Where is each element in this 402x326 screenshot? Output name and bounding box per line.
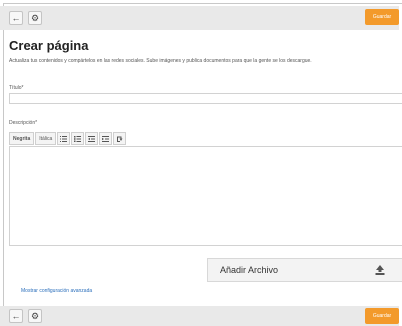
- indent-icon: [102, 135, 110, 142]
- bulleted-list-button[interactable]: [57, 132, 71, 145]
- editor-toolbar: Negrita Itálica: [9, 132, 127, 145]
- link-icon: [117, 136, 123, 142]
- save-button-bottom[interactable]: Guardar: [365, 308, 399, 324]
- settings-button-bottom[interactable]: ⚙: [28, 309, 42, 323]
- page-title: Crear página: [9, 38, 89, 53]
- arrow-left-icon: ←: [11, 311, 21, 321]
- italic-button[interactable]: Itálica: [35, 132, 57, 145]
- save-button-top[interactable]: Guardar: [365, 9, 399, 25]
- back-button[interactable]: ←: [9, 11, 23, 25]
- bottom-toolbar: ← ⚙ Guardar: [0, 306, 399, 326]
- title-input[interactable]: [9, 93, 402, 104]
- back-button-bottom[interactable]: ←: [9, 309, 23, 323]
- advanced-settings-link[interactable]: Mostrar configuración avanzada: [21, 288, 92, 294]
- add-file-label: Añadir Archivo: [220, 265, 279, 275]
- arrow-left-icon: ←: [11, 13, 21, 23]
- bold-button[interactable]: Negrita: [9, 132, 35, 145]
- settings-button[interactable]: ⚙: [28, 11, 42, 25]
- link-button[interactable]: [113, 132, 127, 145]
- bulleted-list-icon: [60, 135, 68, 142]
- add-file-button[interactable]: Añadir Archivo: [207, 258, 402, 282]
- outdent-icon: [88, 135, 96, 142]
- description-editor[interactable]: [9, 146, 402, 246]
- page-intro: Actualiza tus contenidos y compártelos e…: [9, 58, 312, 64]
- numbered-list-icon: [74, 135, 82, 142]
- top-toolbar: ← ⚙ Guardar: [0, 6, 399, 30]
- description-label: Descripción*: [9, 120, 38, 126]
- title-label: Título*: [9, 85, 24, 91]
- numbered-list-button[interactable]: [71, 132, 85, 145]
- gear-icon: ⚙: [30, 12, 40, 23]
- upload-icon: [375, 265, 385, 275]
- outdent-button[interactable]: [85, 132, 99, 145]
- gear-icon: ⚙: [30, 310, 40, 321]
- indent-button[interactable]: [99, 132, 113, 145]
